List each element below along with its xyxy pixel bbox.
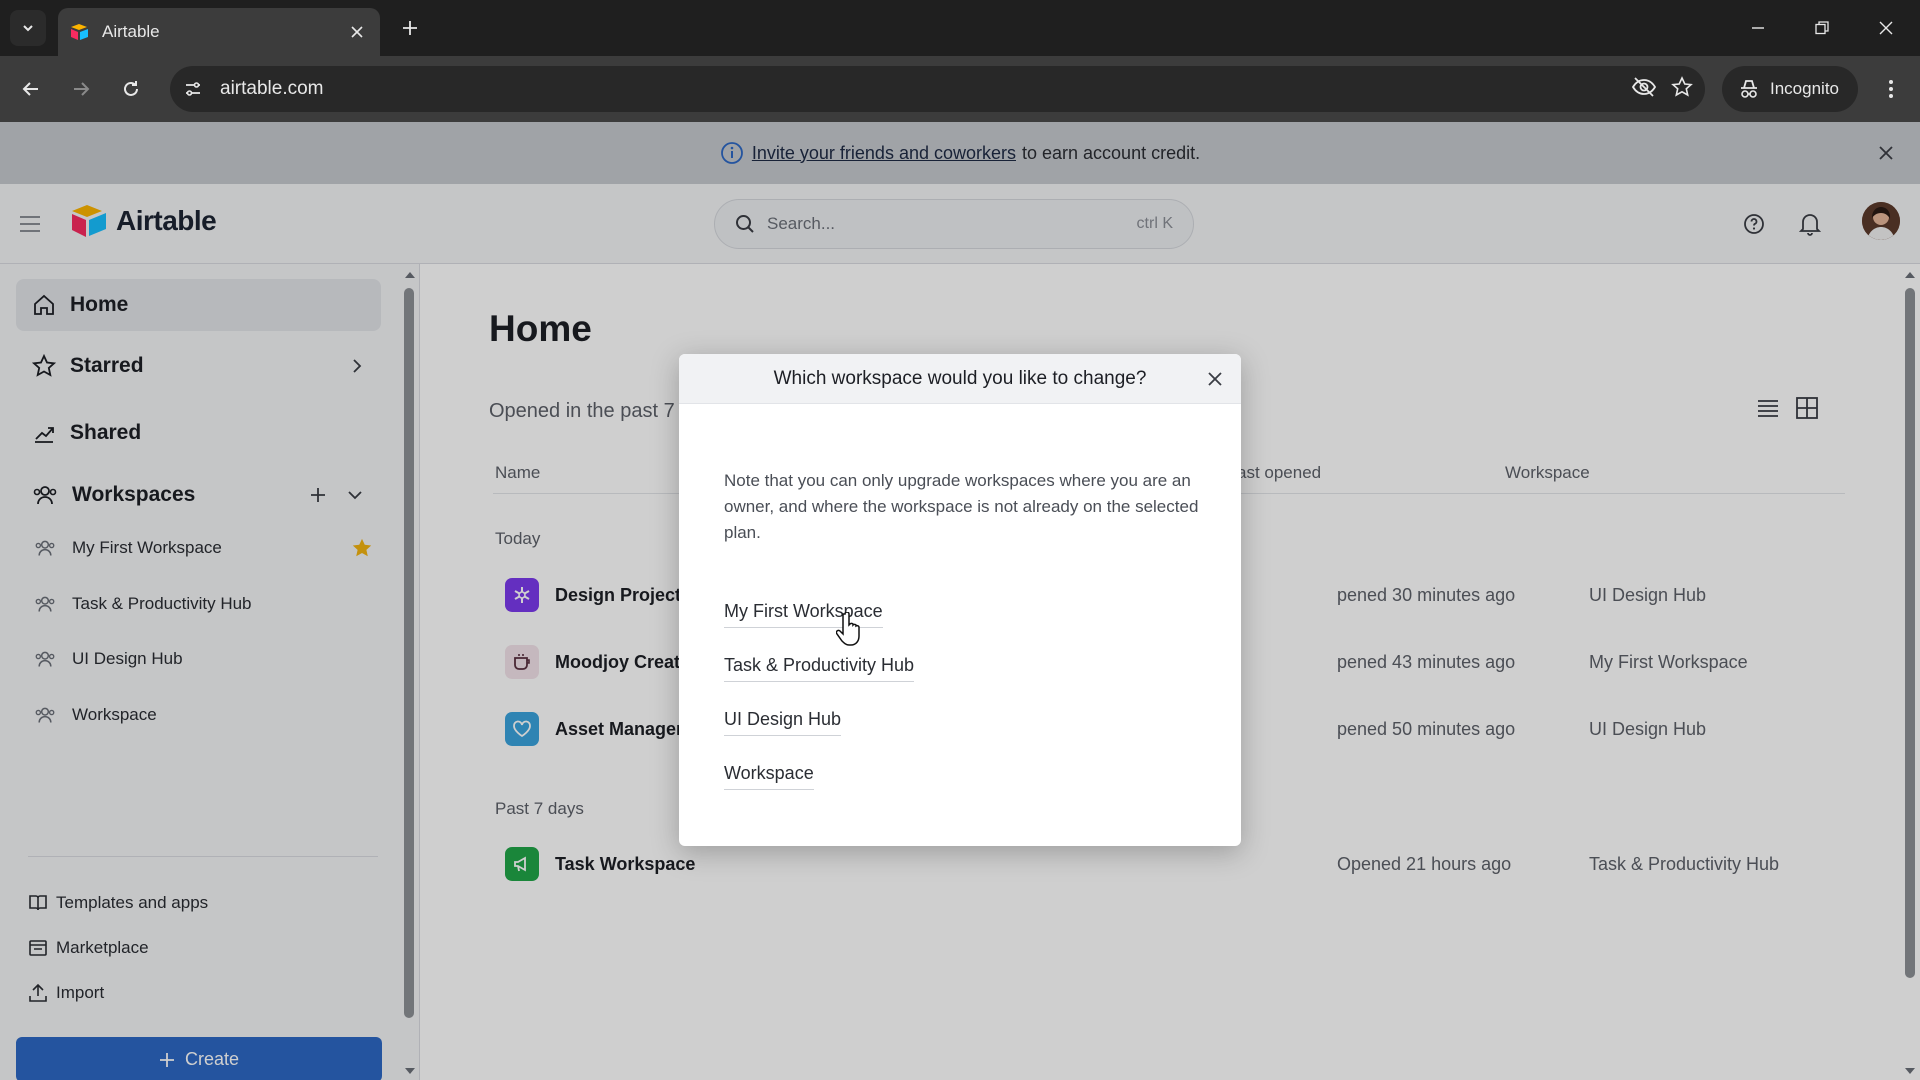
- plus-icon: [403, 21, 417, 35]
- restore-button[interactable]: [1804, 10, 1840, 46]
- browser-tab-bar: Airtable: [0, 0, 1920, 56]
- close-window-button[interactable]: [1868, 10, 1904, 46]
- arrow-right-icon: [74, 82, 90, 96]
- site-info-icon[interactable]: [170, 66, 216, 112]
- workspace-option[interactable]: Workspace: [724, 763, 814, 790]
- browser-toolbar: airtable.com Incognito: [0, 56, 1920, 122]
- incognito-button[interactable]: Incognito: [1722, 66, 1858, 112]
- chevron-down-icon: [23, 25, 33, 32]
- browser-menu-button[interactable]: [1874, 72, 1908, 106]
- arrow-left-icon: [22, 82, 38, 96]
- reload-icon: [124, 81, 138, 96]
- back-button[interactable]: [14, 72, 48, 106]
- workspace-option[interactable]: Task & Productivity Hub: [724, 655, 915, 682]
- close-icon: [1879, 21, 1893, 35]
- restore-icon: [1815, 21, 1829, 35]
- url-text[interactable]: airtable.com: [220, 78, 324, 100]
- incognito-icon: [1741, 80, 1757, 98]
- minimize-button[interactable]: [1740, 10, 1776, 46]
- workspace-option[interactable]: UI Design Hub: [724, 709, 842, 736]
- new-tab-button[interactable]: [394, 12, 426, 44]
- hand-pointer-cursor-icon: [836, 612, 860, 646]
- tab-title: Airtable: [102, 22, 160, 41]
- reload-button[interactable]: [114, 72, 148, 106]
- eye-slash-icon[interactable]: [1631, 76, 1657, 103]
- bookmark-star-icon[interactable]: [1671, 75, 1693, 103]
- dialog-title: Which workspace would you like to change…: [773, 367, 1147, 389]
- browser-tab[interactable]: Airtable: [58, 8, 380, 56]
- airtable-favicon-icon: [71, 24, 88, 40]
- more-vertical-icon: [1889, 80, 1893, 98]
- forward-button[interactable]: [64, 72, 98, 106]
- dialog-note: Note that you can only upgrade workspace…: [724, 471, 1199, 542]
- minimize-icon: [1752, 27, 1764, 29]
- change-workspace-dialog: Which workspace would you like to change…: [679, 354, 1241, 846]
- dialog-header: Which workspace would you like to change…: [679, 354, 1241, 404]
- address-bar[interactable]: airtable.com: [170, 66, 1705, 112]
- tab-search-button[interactable]: [10, 10, 46, 46]
- close-tab-icon[interactable]: [346, 21, 368, 43]
- incognito-label: Incognito: [1770, 79, 1839, 98]
- close-dialog-icon[interactable]: [1203, 367, 1227, 391]
